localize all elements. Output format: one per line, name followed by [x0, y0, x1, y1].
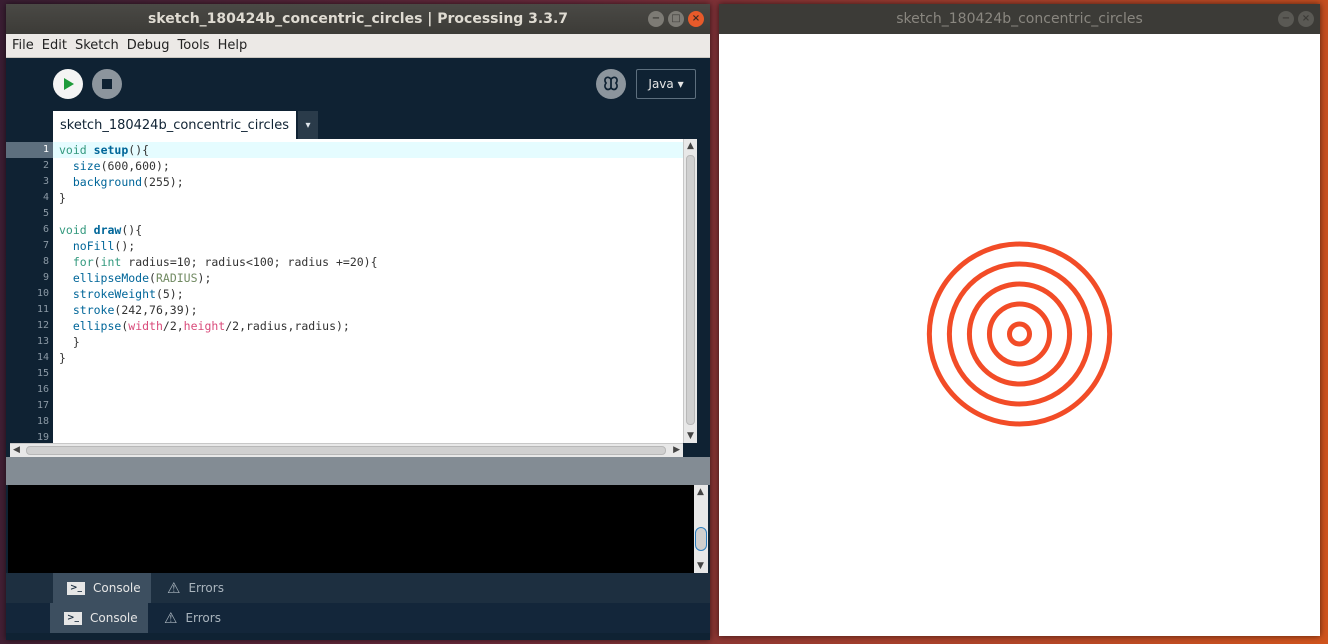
console-tab-label: Console — [90, 611, 138, 625]
code-editor[interactable]: void setup(){ size(600,600); background(… — [53, 139, 683, 443]
code-line[interactable]: } — [59, 350, 66, 366]
sketch-output-window: sketch_180424b_concentric_circles − × — [719, 4, 1320, 636]
console-output[interactable] — [8, 485, 694, 573]
scroll-down-icon[interactable]: ▼ — [687, 431, 694, 441]
vertical-scroll-thumb[interactable] — [686, 155, 695, 425]
console-scrollbar[interactable]: ▲ ▼ — [694, 485, 708, 573]
menu-debug[interactable]: Debug — [127, 38, 170, 53]
menu-file[interactable]: File — [12, 38, 34, 53]
run-button[interactable] — [53, 69, 83, 99]
code-line[interactable]: background(255); — [59, 174, 184, 190]
menu-bar: File Edit Sketch Debug Tools Help — [6, 34, 710, 58]
console-scroll-down-icon[interactable]: ▼ — [697, 561, 704, 571]
close-icon[interactable]: × — [1298, 11, 1314, 27]
code-line[interactable]: void setup(){ — [59, 142, 149, 158]
tab-sketch[interactable]: sketch_180424b_concentric_circles — [53, 111, 296, 139]
ide-titlebar[interactable]: sketch_180424b_concentric_circles | Proc… — [6, 4, 710, 34]
sketch-canvas — [926, 241, 1113, 427]
footer-tabs-bottom: >_ Console ⚠ Errors — [6, 603, 710, 633]
mode-selector[interactable]: Java ▾ — [636, 69, 696, 99]
console-scroll-up-icon[interactable]: ▲ — [697, 487, 704, 497]
line-number: 5 — [42, 208, 49, 219]
sketch-titlebar[interactable]: sketch_180424b_concentric_circles − × — [719, 4, 1320, 34]
line-number: 13 — [36, 336, 49, 347]
minimize-icon[interactable]: − — [648, 11, 664, 27]
line-number: 8 — [42, 256, 49, 267]
line-number: 3 — [42, 176, 49, 187]
stop-icon — [102, 79, 112, 89]
menu-edit[interactable]: Edit — [42, 38, 67, 53]
code-line[interactable]: } — [59, 334, 80, 350]
code-line[interactable]: strokeWeight(5); — [59, 286, 184, 302]
code-line[interactable]: noFill(); — [59, 238, 135, 254]
line-number-gutter: 1 2 3 4 5 6 7 8 9 10 11 12 13 14 15 16 17 18 19 — [6, 139, 53, 443]
errors-tab-label: Errors — [185, 611, 221, 625]
line-number: 9 — [42, 272, 49, 283]
console-tab[interactable]: >_ Console — [53, 573, 151, 603]
editor-horizontal-scrollbar[interactable]: ◀ ▶ — [10, 443, 683, 457]
warning-icon: ⚠ — [164, 609, 178, 627]
line-number: 14 — [36, 352, 49, 363]
scroll-left-icon[interactable]: ◀ — [13, 445, 20, 455]
console-icon: >_ — [67, 581, 85, 595]
play-icon — [64, 78, 74, 90]
sketch-window-title: sketch_180424b_concentric_circles — [896, 11, 1143, 27]
close-icon[interactable]: × — [688, 11, 704, 27]
menu-sketch[interactable]: Sketch — [75, 38, 119, 53]
line-number: 6 — [42, 224, 49, 235]
line-number: 17 — [36, 400, 49, 411]
horizontal-scroll-thumb[interactable] — [26, 446, 666, 455]
code-line[interactable]: } — [59, 190, 66, 206]
footer-tabs-top: >_ Console ⚠ Errors — [6, 573, 710, 603]
tab-menu-button[interactable]: ▾ — [298, 111, 318, 139]
code-line[interactable]: stroke(242,76,39); — [59, 302, 198, 318]
warning-icon: ⚠ — [167, 579, 181, 597]
line-number: 16 — [36, 384, 49, 395]
code-line[interactable]: ellipseMode(RADIUS); — [59, 270, 212, 286]
errors-tab-label: Errors — [188, 581, 224, 595]
line-number: 10 — [36, 288, 49, 299]
code-line[interactable]: void draw(){ — [59, 222, 142, 238]
line-number: 7 — [42, 240, 49, 251]
line-number: 2 — [42, 160, 49, 171]
editor-vertical-scrollbar[interactable]: ▲ ▼ — [683, 139, 697, 443]
maximize-icon[interactable]: □ — [668, 11, 684, 27]
errors-tab[interactable]: ⚠ Errors — [153, 573, 243, 603]
line-number: 15 — [36, 368, 49, 379]
line-number: 4 — [42, 192, 49, 203]
concentric-circle — [986, 301, 1053, 367]
errors-tab-duplicate[interactable]: ⚠ Errors — [150, 603, 240, 633]
scroll-up-icon[interactable]: ▲ — [687, 141, 694, 151]
line-number: 1 — [42, 144, 49, 155]
console-tab-label: Console — [93, 581, 141, 595]
code-line[interactable]: size(600,600); — [59, 158, 170, 174]
console-tab-duplicate[interactable]: >_ Console — [50, 603, 148, 633]
line-number: 18 — [36, 416, 49, 427]
menu-tools[interactable]: Tools — [178, 38, 210, 53]
console-icon: >_ — [64, 611, 82, 625]
concentric-circle — [926, 241, 1113, 427]
line-number: 11 — [36, 304, 49, 315]
debugger-button[interactable] — [596, 69, 626, 99]
menu-help[interactable]: Help — [218, 38, 248, 53]
concentric-circle — [1006, 321, 1033, 347]
minimize-icon[interactable]: − — [1278, 11, 1294, 27]
ide-window-title: sketch_180424b_concentric_circles | Proc… — [147, 11, 569, 27]
processing-ide-window: sketch_180424b_concentric_circles | Proc… — [6, 4, 710, 640]
line-number: 12 — [36, 320, 49, 331]
concentric-circle — [966, 281, 1073, 387]
scroll-right-icon[interactable]: ▶ — [673, 445, 680, 455]
code-line[interactable]: for(int radius=10; radius<100; radius +=… — [59, 254, 378, 270]
status-bar — [6, 457, 710, 485]
butterfly-icon — [604, 76, 618, 91]
stop-button[interactable] — [92, 69, 122, 99]
code-line[interactable]: ellipse(width/2,height/2,radius,radius); — [59, 318, 350, 334]
console-scroll-thumb[interactable] — [695, 527, 707, 551]
